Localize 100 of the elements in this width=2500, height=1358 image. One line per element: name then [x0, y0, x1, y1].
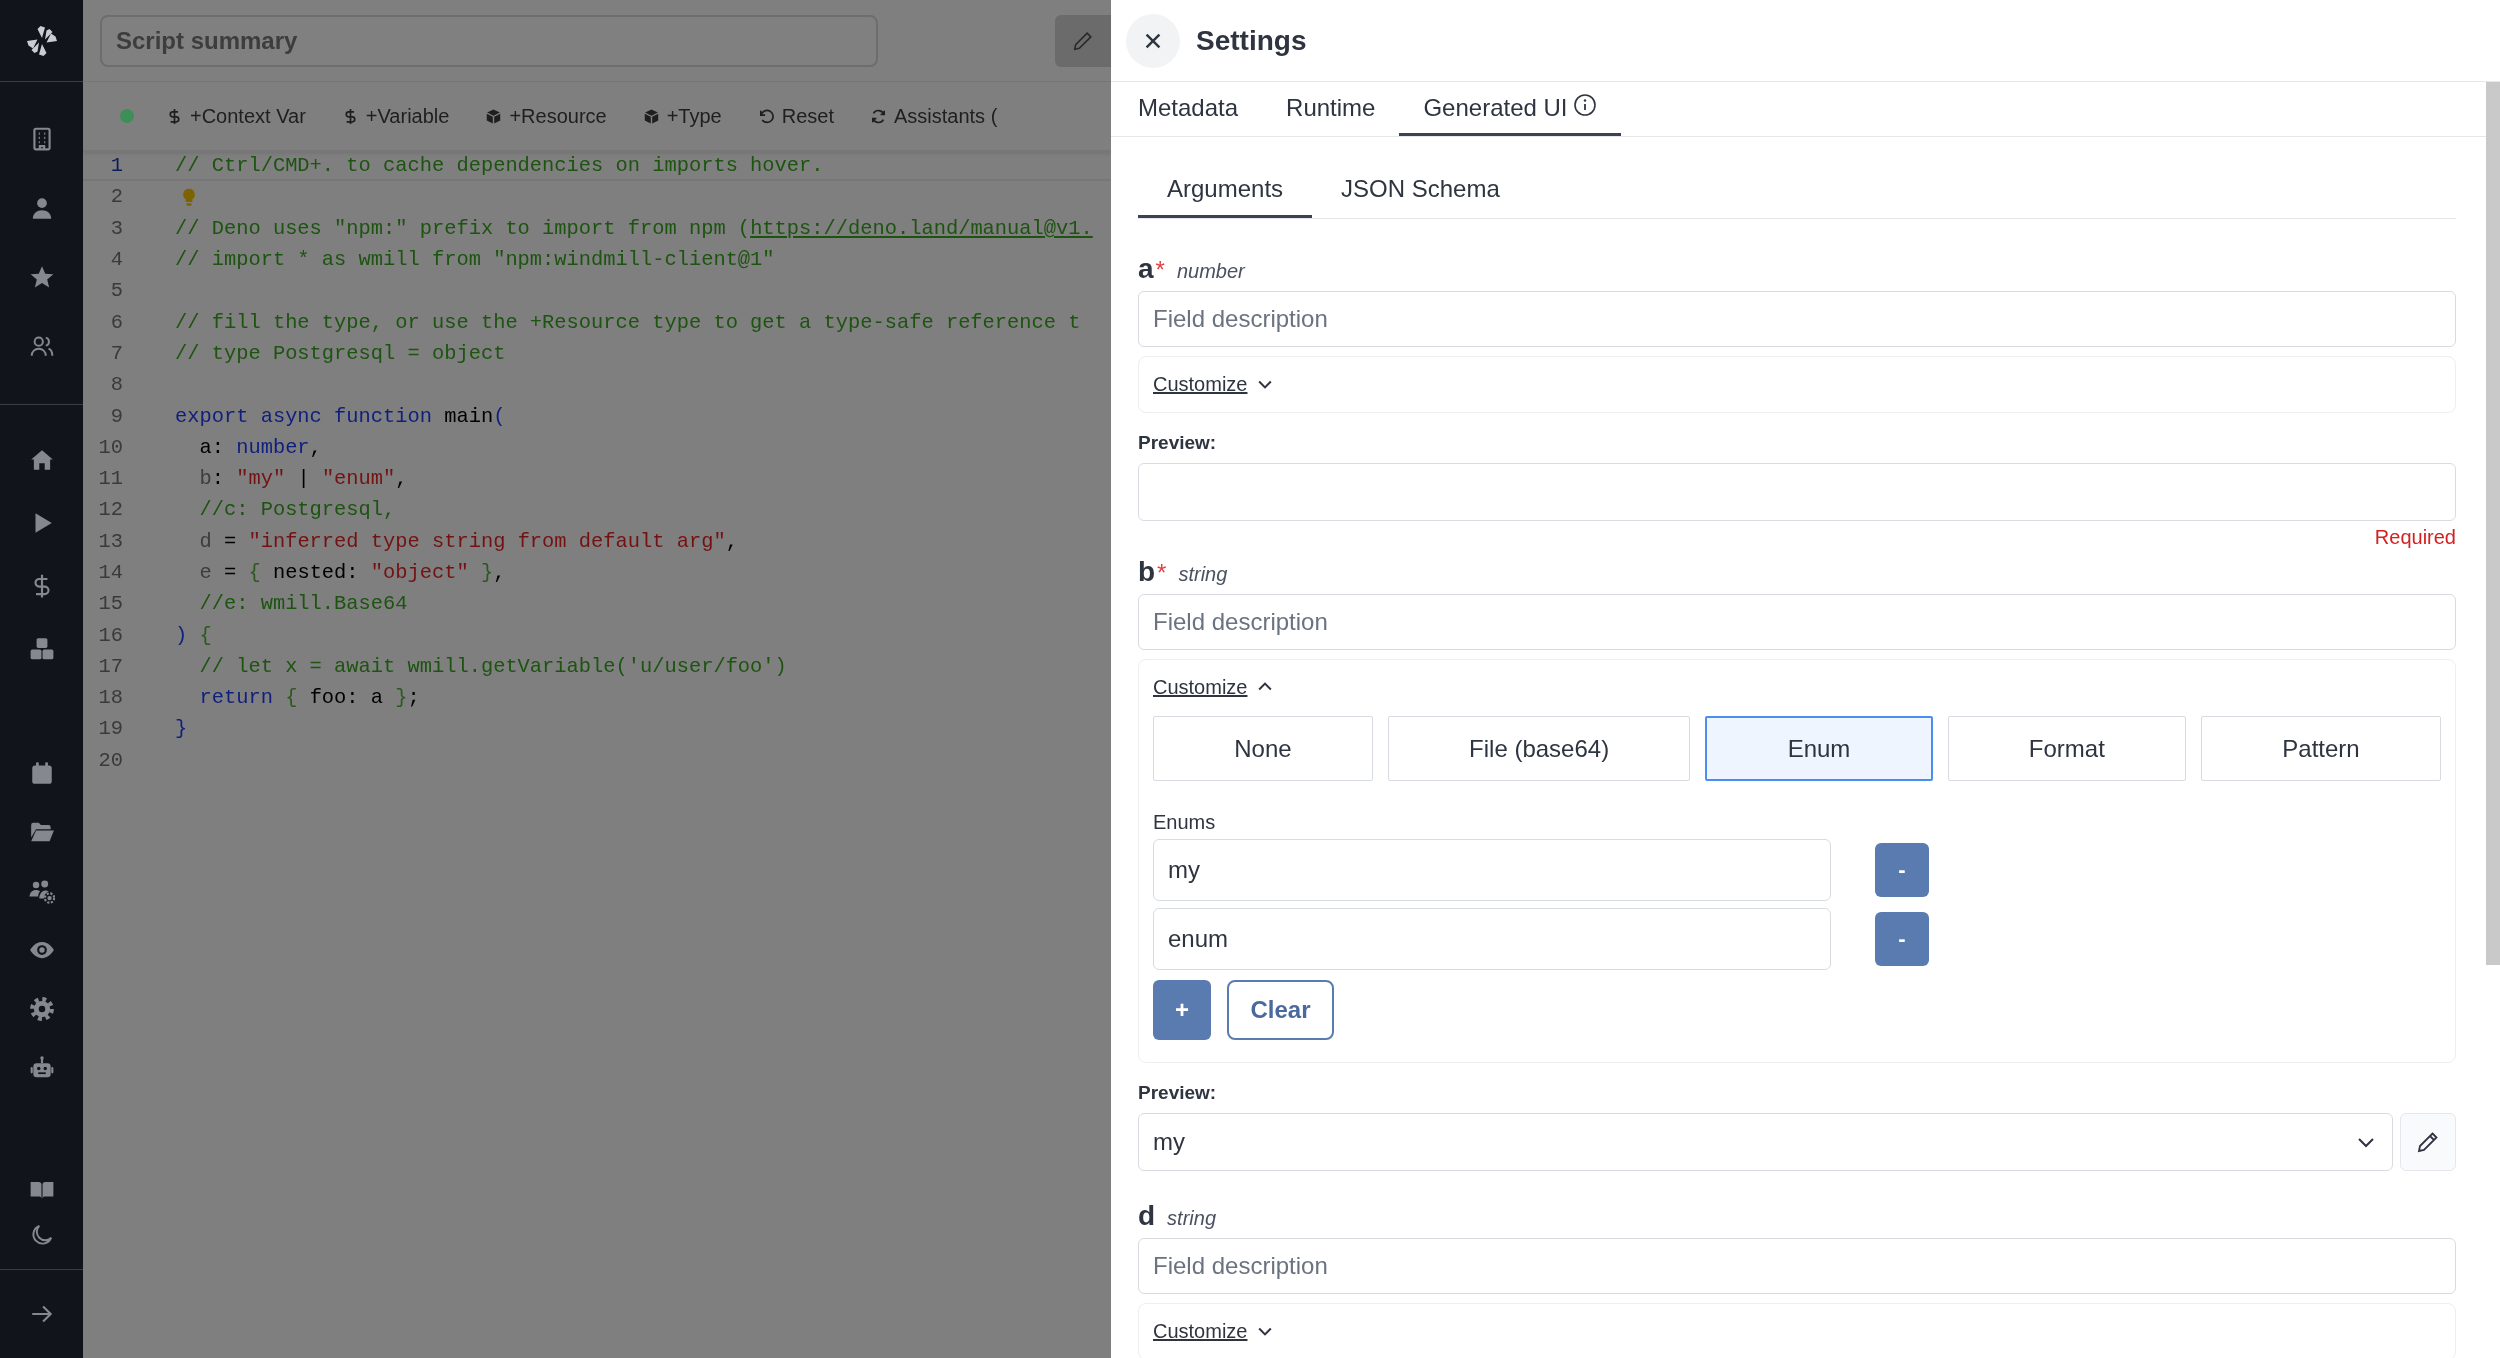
preview-label: Preview:	[1138, 1082, 1218, 1105]
edit-button[interactable]	[1055, 14, 1111, 67]
enum-field[interactable]: enum	[1153, 908, 1831, 970]
error-text: Required	[2374, 525, 2456, 550]
code-token: // let x = await wmill.getVariable('u/user/foo')	[198, 654, 787, 678]
code-token: )	[175, 623, 188, 647]
line-number: 8	[109, 373, 123, 397]
preview-label: Preview:	[1138, 432, 1218, 455]
line-number: 18	[97, 686, 123, 710]
option-button[interactable]: Enum	[1705, 716, 1933, 781]
line-number: 17	[97, 654, 123, 678]
description-field[interactable]: Field description	[1138, 594, 2456, 650]
enums-label: Enums	[1153, 811, 1217, 833]
code-token: // Ctrl/CMD+. to cache dependencies on imports hover.	[175, 154, 824, 178]
status-dot	[120, 109, 134, 123]
tab[interactable]: Arguments	[1138, 162, 1313, 218]
code-token: main	[444, 404, 494, 428]
toolbar-button[interactable]: +Type	[642, 104, 722, 128]
toolbar-button[interactable]: +Variable	[341, 104, 450, 128]
preview-field[interactable]	[1138, 463, 2456, 521]
tab[interactable]: Runtime	[1262, 82, 1400, 136]
code-token: return	[198, 686, 273, 710]
customize-toggle[interactable]: Customize	[1153, 1318, 1276, 1344]
info-icon	[1572, 92, 1597, 117]
code-token: }	[395, 686, 408, 710]
code-token: // type Postgresql = object	[175, 341, 506, 365]
tab[interactable]: Generated UI	[1399, 82, 1621, 136]
cubes-icon[interactable]	[28, 635, 55, 662]
toolbar-button[interactable]: +Context Var	[166, 104, 306, 128]
line-number: 3	[109, 216, 123, 240]
code-token: "my"	[236, 467, 286, 491]
code-token: =	[222, 529, 238, 553]
code-token: a:	[198, 435, 225, 459]
code-token: "object"	[370, 561, 469, 584]
dollar-icon	[166, 107, 183, 125]
option-button[interactable]: File (base64)	[1387, 716, 1691, 781]
code-token: :	[211, 467, 225, 491]
argument-type: number	[1176, 260, 1245, 283]
code-token: ,	[309, 435, 322, 459]
option-button[interactable]: Pattern	[2201, 716, 2441, 781]
remove-button[interactable]: -	[1875, 912, 1929, 966]
code-token: =	[222, 561, 238, 584]
pencil-icon	[1072, 29, 1094, 52]
code-token: // fill the type, or use the +Resource type to get a type-safe reference t	[175, 310, 1081, 334]
scrollbar[interactable]	[2486, 82, 2500, 965]
settings-icon[interactable]	[28, 995, 55, 1022]
line-number: 1	[109, 154, 123, 178]
line-number: 5	[109, 279, 123, 303]
code-token: "enum"	[321, 467, 396, 491]
code-token: number	[236, 435, 310, 459]
option-button[interactable]: None	[1153, 716, 1373, 781]
argument-name: d	[1138, 1200, 1156, 1232]
script-summary-field[interactable]: Script summary	[100, 14, 878, 67]
line-number: 4	[109, 248, 123, 272]
line-number: 19	[97, 717, 123, 741]
customize-toggle[interactable]: Customize	[1153, 674, 1276, 700]
code-token: (	[493, 404, 506, 428]
clear-button[interactable]: Clear	[1227, 980, 1334, 1040]
code-token: ,	[493, 561, 506, 584]
code-token: nested:	[271, 561, 360, 584]
code-token: ,	[395, 467, 408, 491]
line-number: 13	[97, 529, 123, 553]
argument-type: string	[1178, 563, 1228, 586]
line-number: 10	[97, 435, 123, 459]
line-number: 20	[97, 748, 123, 772]
enum-field[interactable]: my	[1153, 839, 1831, 901]
option-button[interactable]: Format	[1947, 716, 2187, 781]
line-number: 7	[109, 341, 123, 365]
line-number: 16	[97, 623, 123, 647]
cube-icon	[485, 107, 503, 125]
toolbar-button[interactable]: +Resource	[485, 104, 607, 128]
customize-toggle[interactable]: Customize	[1153, 371, 1276, 397]
refresh-icon	[869, 107, 887, 125]
line-number: 6	[109, 310, 123, 334]
remove-button[interactable]: -	[1875, 843, 1929, 897]
code-token: {	[284, 686, 298, 710]
code-token: }	[479, 561, 494, 584]
preview-select[interactable]: my	[1138, 1113, 2393, 1171]
line-number: 9	[109, 404, 123, 428]
line-number: 11	[97, 467, 123, 491]
argument-name: a	[1138, 253, 1154, 285]
code-token: {	[248, 561, 261, 584]
description-field[interactable]: Field description	[1138, 291, 2456, 347]
undo-icon	[757, 107, 775, 125]
tab[interactable]: JSON Schema	[1312, 162, 1529, 218]
line-number: 14	[97, 561, 123, 584]
code-token: "inferred type string from default arg"	[248, 529, 726, 553]
code-token: //c: Postgresql,	[198, 498, 396, 522]
drawer-title: Settings	[1196, 24, 1307, 57]
cube-icon	[642, 107, 660, 125]
required-mark: *	[1157, 559, 1167, 587]
argument-type: string	[1167, 1207, 1216, 1230]
toolbar-button[interactable]: Assistants (	[869, 104, 998, 128]
code-token: d	[198, 529, 212, 553]
edit-button[interactable]	[2400, 1113, 2456, 1171]
code-token: // import * as wmill from "npm:windmill-client@1"	[175, 248, 775, 272]
description-field[interactable]: Field description	[1138, 1238, 2456, 1294]
tab[interactable]: Metadata	[1114, 82, 1263, 136]
add-button[interactable]: +	[1153, 980, 1211, 1040]
toolbar-button[interactable]: Reset	[757, 104, 834, 128]
